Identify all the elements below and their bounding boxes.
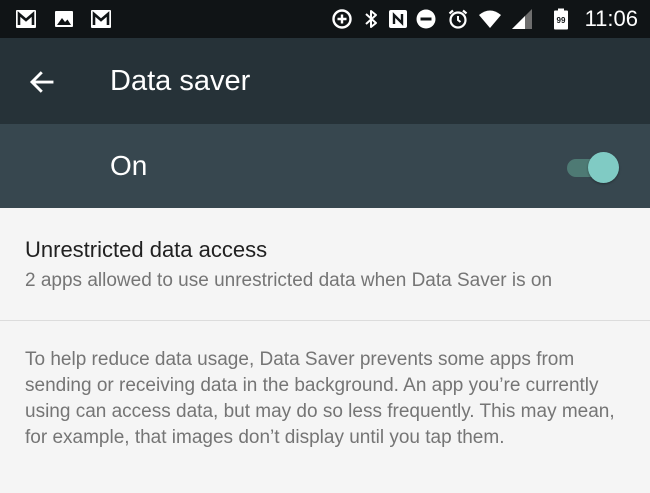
gmail-icon [14, 7, 38, 31]
setting-summary: 2 apps allowed to use unrestricted data … [25, 270, 553, 291]
status-time: 11:06 [584, 6, 638, 31]
wifi-icon [478, 7, 502, 31]
image-icon [52, 7, 76, 31]
back-button[interactable] [22, 62, 62, 102]
divider [0, 320, 650, 321]
footer-description: To help reduce data usage, Data Saver pr… [25, 349, 615, 448]
settings-content: Unrestricted data access 2 apps allowed … [0, 208, 650, 493]
status-bar: 99 11:06 [0, 0, 650, 38]
toolbar: Data saver [0, 38, 650, 124]
unrestricted-data-access-item[interactable]: Unrestricted data access 2 apps allowed … [0, 208, 650, 320]
toggle-thumb [588, 152, 619, 183]
battery-level: 99 [557, 16, 566, 25]
page-title: Data saver [110, 65, 251, 97]
battery-icon: 99 [549, 7, 573, 31]
cellular-signal-icon [510, 7, 534, 31]
arrow-back-icon [29, 71, 54, 93]
do-not-disturb-icon [414, 7, 438, 31]
nfc-icon [386, 7, 410, 31]
data-saver-toggle[interactable] [565, 151, 621, 183]
alarm-icon [446, 7, 470, 31]
data-saver-icon [330, 7, 354, 31]
setting-title: Unrestricted data access [25, 237, 268, 262]
bluetooth-icon [359, 7, 383, 31]
gmail-icon [89, 7, 113, 31]
master-switch-label: On [110, 150, 148, 181]
master-switch-bar[interactable]: On [0, 124, 650, 208]
